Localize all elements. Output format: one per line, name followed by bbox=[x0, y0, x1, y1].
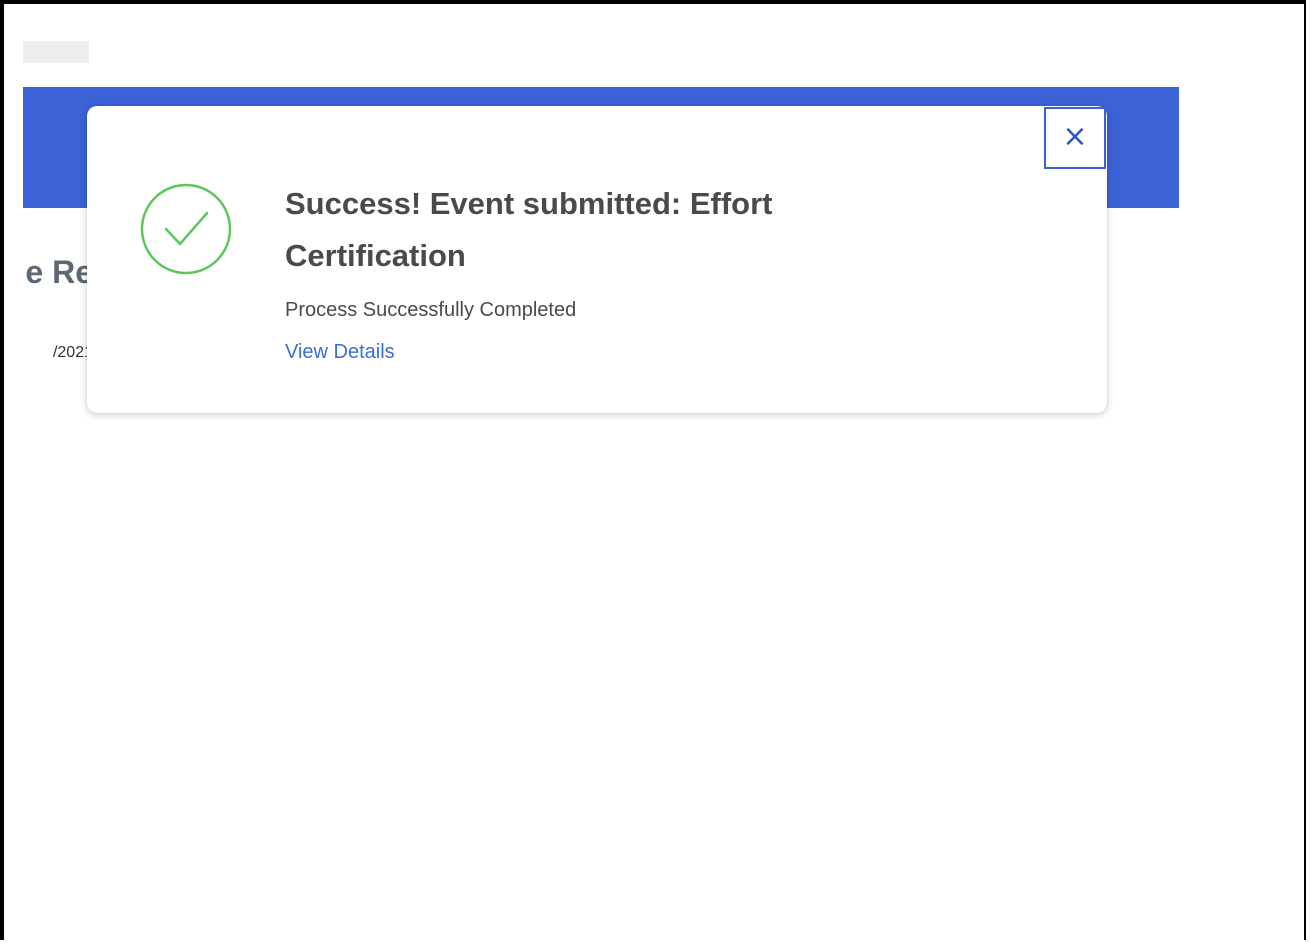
toast-title: Success! Event submitted: Effort Certifi… bbox=[285, 186, 773, 273]
close-icon: × bbox=[1062, 119, 1088, 154]
check-circle-icon bbox=[140, 183, 232, 275]
success-toast: Success! Event submitted: Effort Certifi… bbox=[87, 106, 1107, 413]
page-date: /2021 bbox=[23, 344, 93, 368]
close-button[interactable]: × bbox=[1044, 107, 1106, 169]
view-details-link[interactable]: View Details bbox=[285, 341, 395, 364]
page-title-text: e Re bbox=[25, 254, 93, 290]
page-title: e Re bbox=[23, 254, 93, 294]
app-frame: e Re /2021 Success! Event submitted: Eff… bbox=[0, 0, 1306, 940]
toast-message: Process Successfully Completed bbox=[285, 299, 577, 321]
loading-placeholder bbox=[23, 41, 89, 63]
